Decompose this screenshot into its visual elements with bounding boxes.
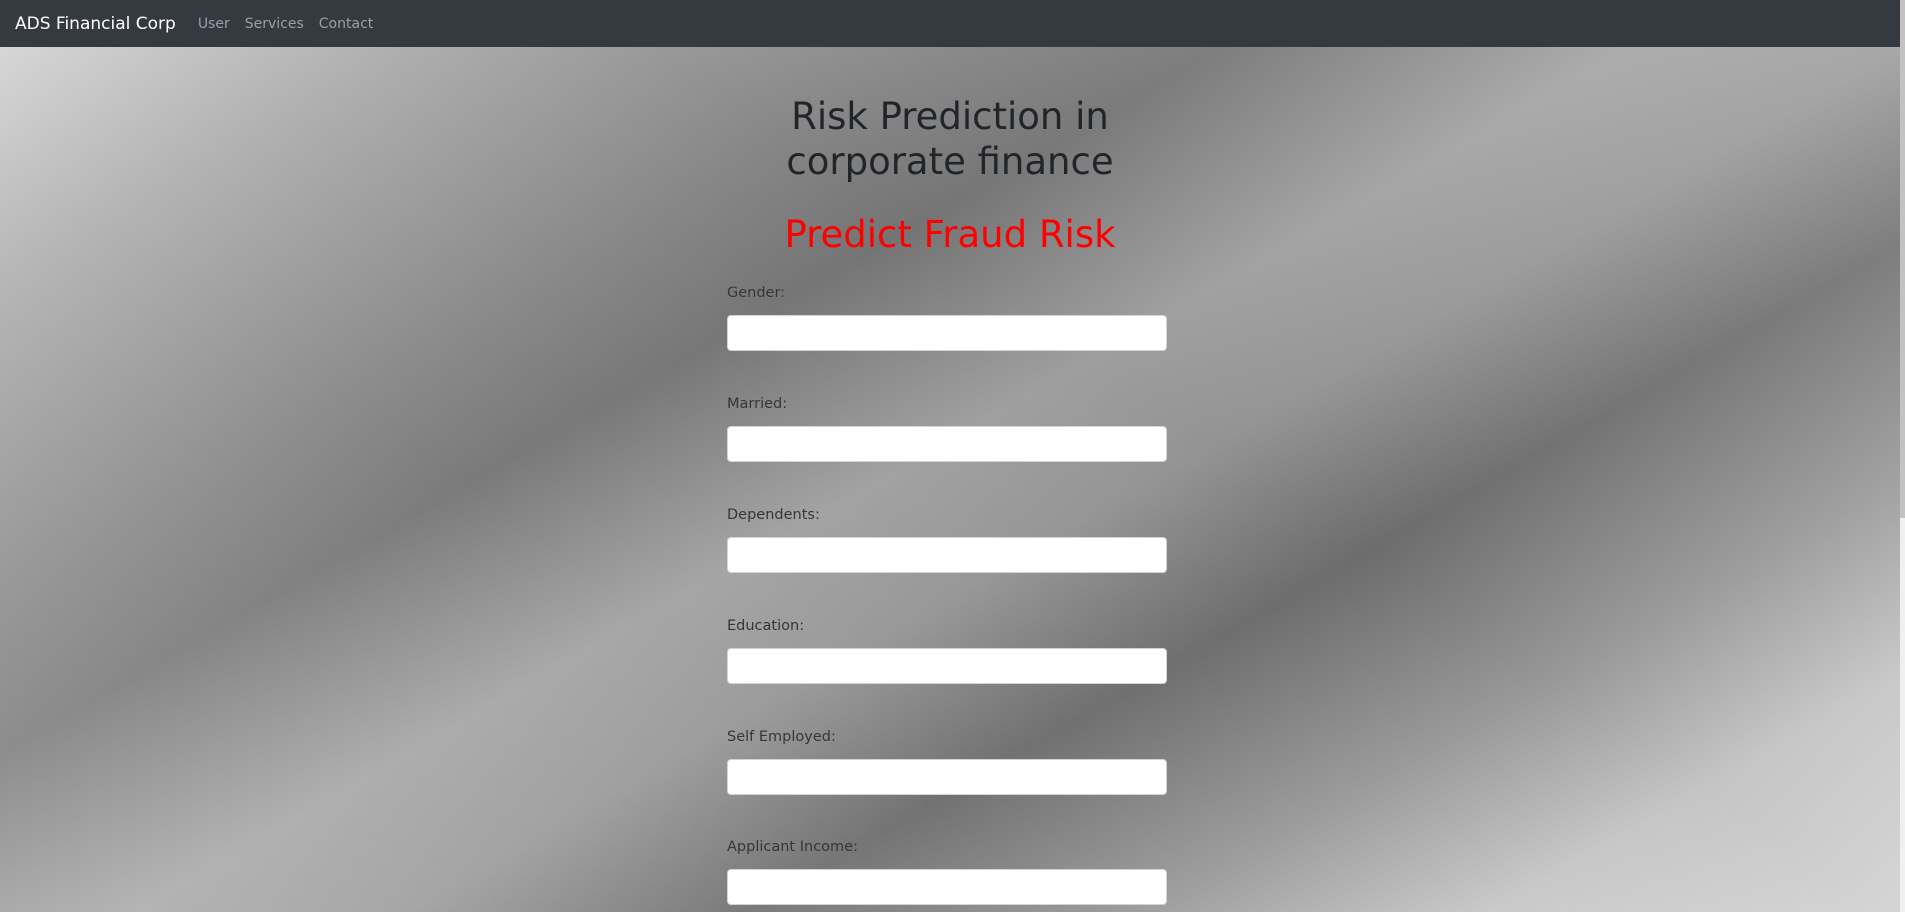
section-subtitle: Predict Fraud Risk [784, 213, 1116, 256]
education-label: Education: [727, 618, 805, 634]
nav-link-contact[interactable]: Contact [319, 16, 373, 32]
gender-input[interactable] [727, 315, 1167, 351]
page-title: Risk Prediction in corporate finance [0, 94, 1900, 184]
applicant-income-input[interactable] [727, 869, 1167, 905]
brand-link[interactable]: ADS Financial Corp [15, 14, 176, 34]
page-title-line-2: corporate finance [786, 140, 1114, 183]
top-navbar: ADS Financial Corp User Services Contact [0, 0, 1900, 47]
self-employed-input[interactable] [727, 759, 1167, 795]
nav-link-services[interactable]: Services [245, 16, 304, 32]
gender-label: Gender: [727, 285, 786, 301]
self-employed-label: Self Employed: [727, 729, 836, 745]
married-field-group: Married: [727, 394, 1167, 462]
gender-field-group: Gender: [727, 283, 1167, 351]
married-label: Married: [727, 396, 788, 412]
page-title-line-1: Risk Prediction in [791, 95, 1109, 138]
scrollbar-thumb[interactable] [1900, 0, 1905, 518]
dependents-input[interactable] [727, 537, 1167, 573]
nav-link-user[interactable]: User [198, 16, 230, 32]
applicant-income-field-group: Applicant Income: [727, 837, 1167, 905]
vertical-scrollbar[interactable] [1900, 0, 1905, 912]
married-input[interactable] [727, 426, 1167, 462]
form-container: Risk Prediction in corporate finance Pre… [0, 47, 1900, 912]
education-field-group: Education: [727, 616, 1167, 684]
dependents-field-group: Dependents: [727, 505, 1167, 573]
self-employed-field-group: Self Employed: [727, 727, 1167, 795]
main-content: Risk Prediction in corporate finance Pre… [0, 47, 1900, 912]
dependents-label: Dependents: [727, 507, 820, 523]
education-input[interactable] [727, 648, 1167, 684]
applicant-income-label: Applicant Income: [727, 839, 858, 855]
